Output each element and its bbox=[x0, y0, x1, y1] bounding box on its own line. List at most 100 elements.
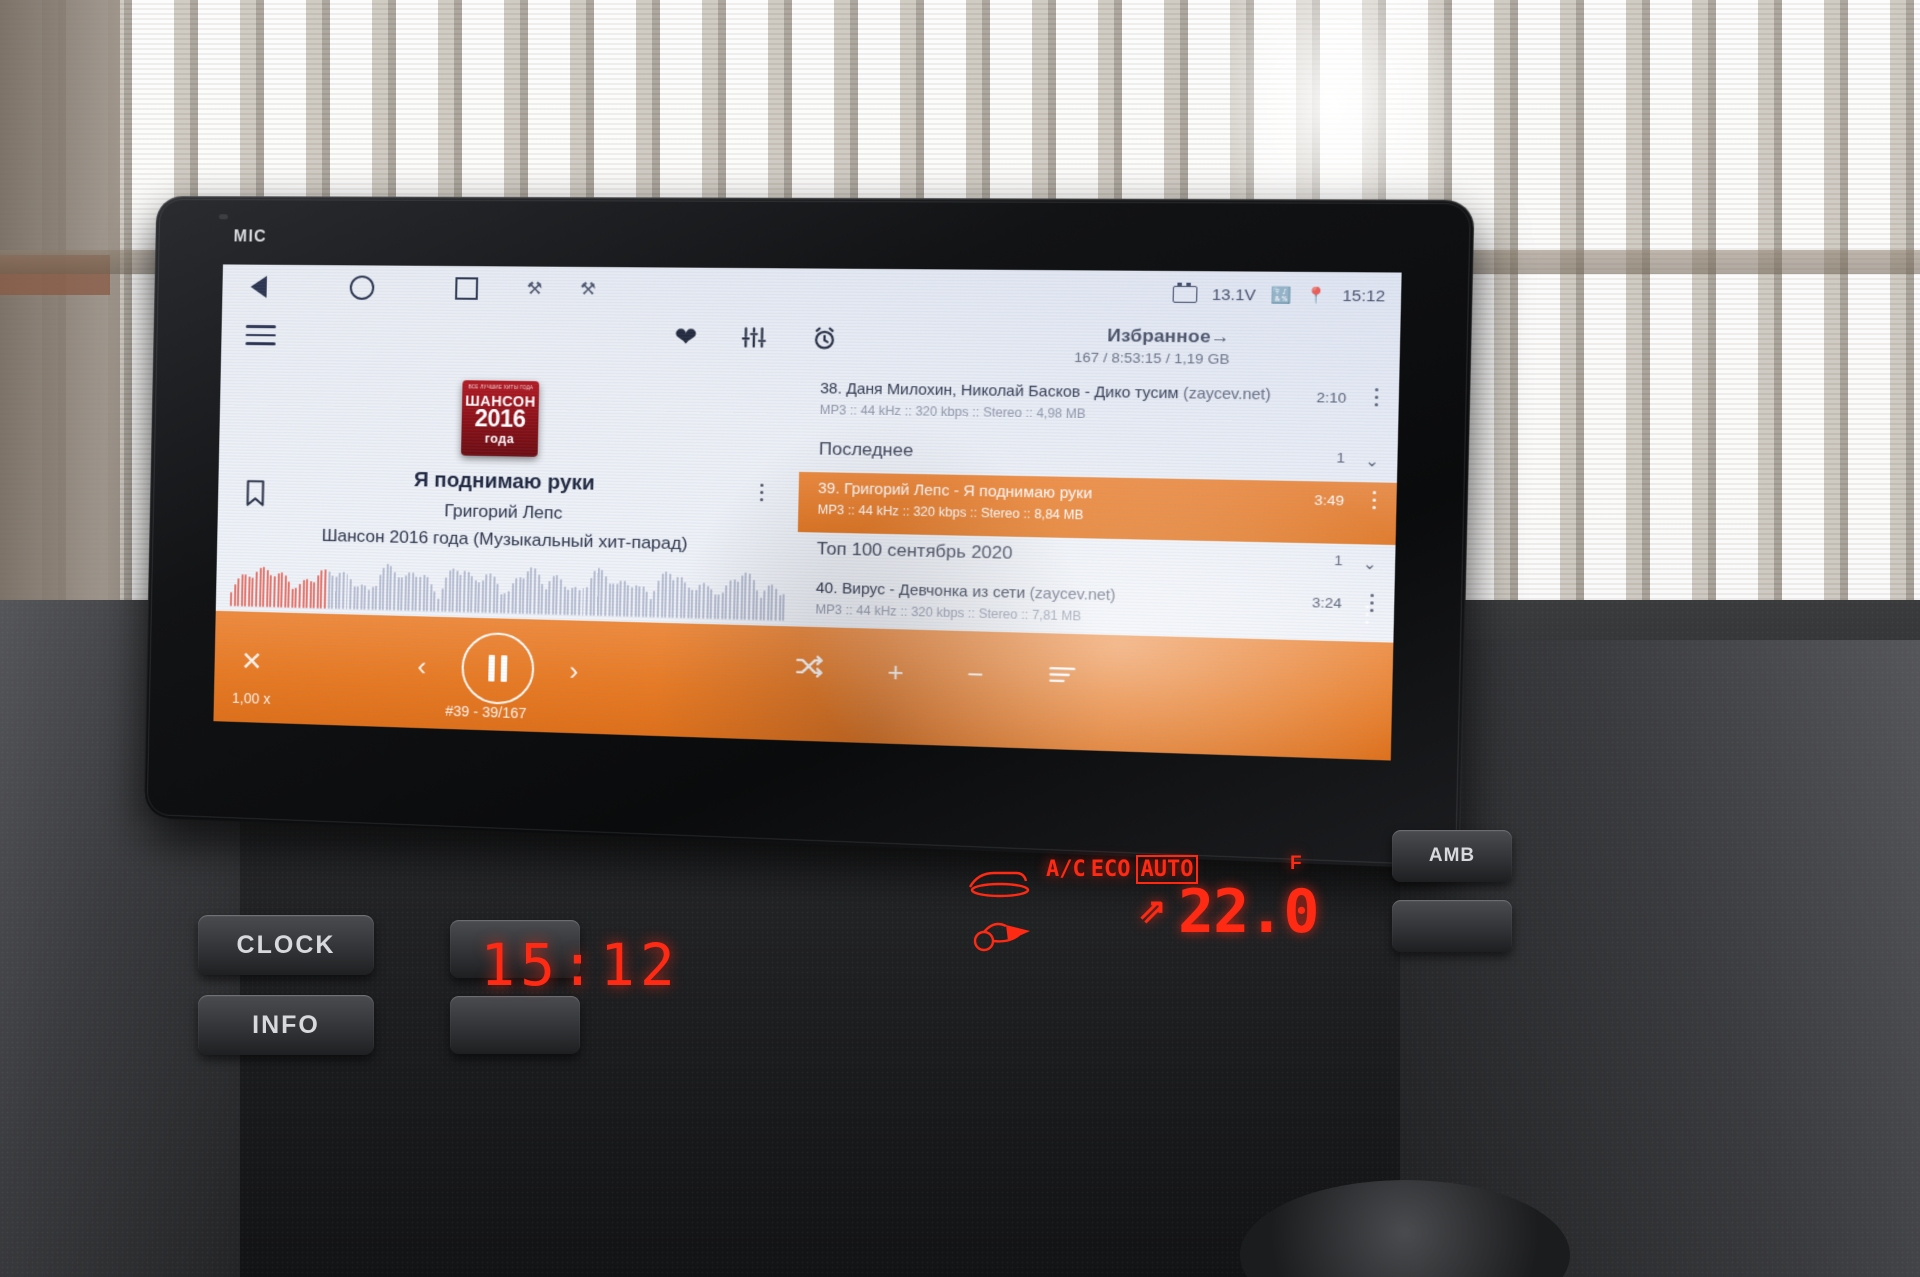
album-art-line-top: ВСЕ ЛУЧШИЕ ХИТЫ ГОДА bbox=[468, 384, 534, 391]
waveform-bar bbox=[619, 580, 623, 617]
waveform-bar bbox=[637, 585, 641, 618]
pause-icon[interactable] bbox=[460, 631, 535, 706]
waveform-bar bbox=[276, 572, 280, 608]
track-source-label: (zaycev.net) bbox=[1029, 585, 1116, 605]
playlist-stats: 167 / 8:53:15 / 1,19 GB bbox=[1073, 349, 1230, 368]
waveform-bar bbox=[705, 585, 709, 619]
waveform-bar bbox=[320, 570, 323, 609]
home-nav-button[interactable] bbox=[339, 272, 384, 303]
waveform-bar bbox=[338, 572, 342, 610]
waveform-bar bbox=[393, 571, 396, 611]
waveform-bar bbox=[559, 579, 563, 616]
waveform-bar bbox=[686, 587, 690, 619]
group-count: 1 bbox=[1333, 552, 1343, 569]
waveform-bar bbox=[283, 575, 287, 608]
location-icon: 📍 bbox=[1306, 286, 1328, 306]
group-title: Топ 100 сентябрь 2020 bbox=[816, 538, 1013, 563]
climate-mode-tags: A/C ECO AUTO bbox=[1046, 855, 1199, 884]
waveform-bar bbox=[302, 579, 305, 609]
close-icon[interactable]: ✕ bbox=[240, 646, 263, 678]
waveform-bar bbox=[389, 565, 393, 611]
chevron-down-icon[interactable]: ⌄ bbox=[1362, 554, 1377, 574]
waveform-bar bbox=[451, 568, 455, 613]
waveform-bar bbox=[600, 569, 604, 617]
head-unit: MIC ⚒ ⚒ 13.1V 🔣 📍 15:12 ❤ Избранное→ 167… bbox=[143, 195, 1475, 870]
waveform-bar bbox=[352, 585, 356, 610]
waveform-bar bbox=[562, 586, 566, 616]
track-row-overflow-icon[interactable] bbox=[1371, 490, 1377, 510]
favorite-heart-icon[interactable]: ❤ bbox=[674, 321, 698, 352]
touchscreen[interactable]: ⚒ ⚒ 13.1V 🔣 📍 15:12 ❤ Избранное→ 167 / 8… bbox=[213, 264, 1402, 761]
waveform-bar bbox=[269, 575, 273, 608]
waveform-bar bbox=[477, 581, 481, 613]
waveform-seekbar[interactable] bbox=[229, 548, 787, 621]
previous-track-icon[interactable]: ‹ bbox=[417, 650, 427, 682]
unlabeled-button-3[interactable] bbox=[1392, 900, 1512, 952]
waveform-bar bbox=[736, 581, 740, 620]
track-row-overflow-icon[interactable] bbox=[1374, 388, 1379, 407]
shuffle-icon[interactable] bbox=[794, 653, 825, 686]
waveform-bar bbox=[702, 582, 706, 619]
waveform-bar bbox=[717, 594, 720, 620]
waveform-bar bbox=[429, 583, 433, 612]
lcd-climate-display: A/C ECO AUTO F ⇗ 22.0 bbox=[960, 853, 1380, 985]
hamburger-menu-icon[interactable] bbox=[245, 324, 277, 346]
waveform-bar bbox=[378, 574, 382, 611]
chevron-down-icon[interactable]: ⌄ bbox=[1365, 451, 1380, 470]
waveform-bar bbox=[396, 577, 400, 611]
sleep-timer-icon[interactable] bbox=[810, 325, 839, 352]
waveform-bar bbox=[626, 585, 630, 617]
waveform-bar bbox=[728, 580, 732, 620]
waveform-bar bbox=[698, 584, 702, 619]
waveform-bar bbox=[334, 576, 338, 610]
recents-nav-button[interactable] bbox=[444, 273, 490, 304]
waveform-bar bbox=[529, 567, 533, 615]
waveform-bar bbox=[265, 569, 269, 608]
waveform-bar bbox=[363, 585, 367, 610]
waveform-bar bbox=[770, 584, 774, 621]
waveform-bar bbox=[466, 571, 470, 613]
waveform-bar bbox=[510, 583, 514, 614]
playlist-track-row[interactable]: 38. Даня Милохин, Николай Басков - Дико … bbox=[800, 372, 1399, 442]
waveform-bar bbox=[778, 594, 781, 621]
waveform-bar bbox=[751, 579, 755, 621]
queue-list-icon[interactable] bbox=[1047, 661, 1079, 695]
track-row-overflow-icon[interactable] bbox=[1369, 593, 1374, 613]
waveform-bar bbox=[740, 575, 744, 620]
climate-control-panel: CLOCK INFO AMB 15:12 A/C ECO AUTO F ⇗ 22… bbox=[120, 830, 1580, 1277]
waveform-bar bbox=[507, 590, 510, 614]
home-circle-icon bbox=[349, 275, 375, 300]
track-row-meta: MP3 :: 44 kHz :: 320 kbps :: Stereo :: 8… bbox=[817, 502, 1084, 523]
waveform-bar bbox=[382, 567, 385, 611]
plus-icon[interactable]: + bbox=[887, 656, 904, 689]
track-row-duration: 3:24 bbox=[1311, 594, 1342, 612]
minus-icon[interactable]: − bbox=[967, 658, 984, 691]
waveform-bar bbox=[551, 575, 555, 615]
status-icons: 13.1V 🔣 📍 15:12 bbox=[1172, 285, 1385, 306]
info-button[interactable]: INFO bbox=[198, 995, 374, 1055]
waveform-bar bbox=[287, 581, 291, 608]
waveform-bar bbox=[566, 589, 570, 616]
waveform-bar bbox=[422, 574, 426, 612]
eco-label: ECO bbox=[1090, 857, 1131, 882]
album-art[interactable]: ВСЕ ЛУЧШИЕ ХИТЫ ГОДА ШАНСОН 2016 года bbox=[460, 380, 540, 457]
amb-button[interactable]: AMB bbox=[1392, 830, 1512, 882]
wall-left bbox=[0, 0, 120, 700]
waveform-bar bbox=[660, 573, 664, 618]
equalizer-icon[interactable] bbox=[740, 324, 768, 351]
clock-button[interactable]: CLOCK bbox=[198, 915, 374, 975]
playlist-name: Избранное→ bbox=[1107, 325, 1231, 347]
status-clock: 15:12 bbox=[1342, 286, 1386, 306]
lcd-clock-display: 15:12 bbox=[480, 931, 680, 999]
waveform-bar bbox=[411, 572, 415, 612]
playlist-info[interactable]: Избранное→ 167 / 8:53:15 / 1,19 GB bbox=[1074, 325, 1230, 367]
playback-speed[interactable]: 1,00 x bbox=[232, 690, 271, 707]
next-track-icon[interactable]: › bbox=[569, 655, 579, 687]
waveform-bar bbox=[273, 575, 276, 608]
waveform-bar bbox=[596, 567, 600, 617]
waveform-bar bbox=[481, 580, 485, 613]
back-nav-button[interactable] bbox=[236, 272, 281, 303]
controls-overflow-menu-icon[interactable] bbox=[1364, 605, 1370, 624]
bluetooth-icon: 🔣 bbox=[1270, 286, 1292, 305]
usb-icon: ⚒ bbox=[526, 278, 543, 299]
